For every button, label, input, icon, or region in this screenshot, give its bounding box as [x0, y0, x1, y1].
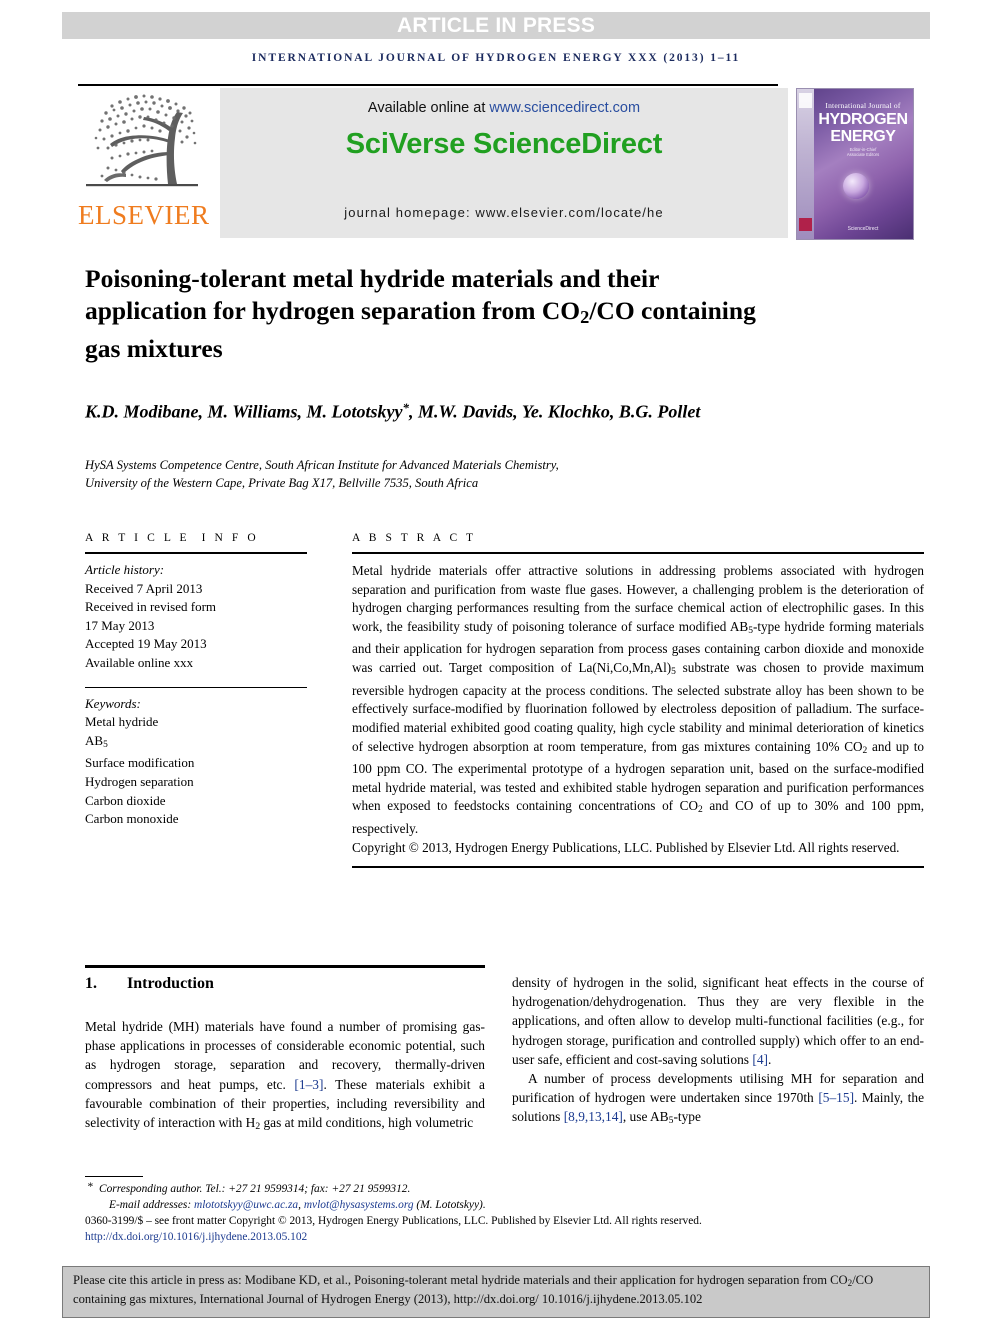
paragraph-2: A number of process developments utilisi… [512, 1071, 925, 1127]
keywords-rule [85, 686, 307, 688]
keyword-item: Carbon dioxide [85, 792, 166, 808]
page-title: Poisoning-tolerant metal hydride materia… [85, 264, 756, 364]
email-suffix: (M. Lototskyy). [413, 1198, 486, 1211]
body-column-left: Metal hydride (MH) materials have found … [85, 1019, 485, 1133]
history-item: Accepted 19 May 2013 [85, 636, 207, 652]
citation-ref[interactable]: [1–3] [294, 1077, 323, 1092]
footnotes: * Corresponding author. Tel.: +27 21 9599… [85, 1181, 925, 1246]
affiliation-line-2: University of the Western Cape, Private … [85, 476, 479, 490]
keyword-item: Hydrogen separation [85, 773, 194, 789]
corresponding-author-note: * Corresponding author. Tel.: +27 21 9599… [85, 1181, 925, 1198]
journal-running-head: INTERNATIONAL JOURNAL OF HYDROGEN ENERGY… [251, 52, 741, 64]
citation-ref[interactable]: [4] [752, 1052, 768, 1067]
abstract-bottom-rule [352, 866, 924, 869]
cover-sciencedirect-mark: ScienceDirect [847, 226, 879, 232]
article-in-press-label: ARTICLE IN PRESS [396, 13, 596, 37]
sciencedirect-url-link[interactable]: www.sciencedirect.com [489, 100, 640, 116]
cover-editors-text: Editor-in-Chief Associate Editors [846, 147, 880, 158]
available-online-line: Available online at www.sciencedirect.co… [220, 100, 788, 116]
email-addresses-note: E-mail addresses: mlototskyy@uwc.ac.za, … [85, 1198, 925, 1214]
sciverse-sciencedirect-wordmark: SciVerse ScienceDirect [345, 128, 663, 160]
article-history-block: Article history: Received 7 April 2013 R… [85, 561, 307, 673]
doi-link[interactable]: http://dx.doi.org/10.1016/j.ijhydene.201… [85, 1230, 925, 1246]
email-link-2[interactable]: mvlot@hysasystems.org [304, 1199, 414, 1211]
abstract-body: Metal hydride materials offer attractive… [352, 563, 924, 837]
section-number: 1. [85, 975, 97, 992]
abstract-copyright: Copyright © 2013, Hydrogen Energy Public… [352, 839, 900, 855]
history-item: Available online xxx [85, 654, 194, 670]
article-first-page: ARTICLE IN PRESS INTERNATIONAL JOURNAL O… [0, 0, 992, 1323]
cover-spine-strip [797, 89, 814, 239]
masthead: ELSEVIER Available online at www.science… [78, 88, 930, 240]
cover-orb-graphic [843, 173, 869, 199]
available-online-prefix: Available online at [367, 100, 490, 116]
history-item: 17 May 2013 [85, 617, 155, 633]
issn-copyright-line: 0360-3199/$ – see front matter Copyright… [85, 1215, 702, 1228]
email-label: E-mail addresses: [109, 1198, 194, 1211]
abstract-rule [352, 552, 924, 554]
masthead-top-rule [78, 84, 778, 86]
cover-title-hydrogen: HYDROGEN [818, 111, 908, 128]
keywords-block: Keywords: Metal hydride AB5 Surface modi… [85, 695, 307, 829]
footnote-rule [85, 1176, 143, 1177]
elsevier-wordmark: ELSEVIER [78, 200, 210, 230]
article-in-press-banner: ARTICLE IN PRESS [62, 12, 930, 39]
cover-ihe-icon [799, 218, 812, 231]
cover-title-small: International Journal of [825, 101, 901, 110]
history-item: Received in revised form [85, 599, 217, 615]
elsevier-tree-icon [82, 88, 202, 200]
keywords-label: Keywords: [85, 695, 141, 711]
section-title: Introduction [127, 975, 214, 992]
keyword-item: Surface modification [85, 755, 195, 771]
introduction-heading: 1. Introduction [85, 975, 485, 993]
body-column-right: density of hydrogen in the solid, signif… [512, 973, 924, 1131]
keyword-item: Metal hydride [85, 714, 159, 730]
cover-elsevier-icon [799, 93, 812, 108]
affiliation: HySA Systems Competence Centre, South Af… [85, 456, 785, 492]
history-item: Received 7 April 2013 [85, 580, 203, 596]
article-info-heading: A R T I C L E I N F O [85, 532, 259, 544]
introduction-rule [85, 965, 485, 968]
author-list: K.D. Modibane, M. Williams, M. Lototskyy… [85, 400, 701, 422]
cite-this-article-box: Please cite this article in press as: Mo… [62, 1266, 930, 1318]
article-history-label: Article history: [85, 562, 165, 577]
affiliation-line-1: HySA Systems Competence Centre, South Af… [85, 458, 559, 472]
sciencedirect-box: Available online at www.sciencedirect.co… [220, 88, 788, 238]
asterisk-icon: * [87, 1181, 93, 1193]
article-info-column: A R T I C L E I N F O Article history: R… [85, 532, 307, 829]
keyword-item: Carbon monoxide [85, 811, 179, 827]
abstract-column: A B S T R A C T Metal hydride materials … [352, 532, 924, 869]
paragraph-continued: density of hydrogen in the solid, signif… [512, 975, 924, 1067]
email-link-1[interactable]: mlototskyy@uwc.ac.za [194, 1199, 298, 1211]
abstract-heading: A B S T R A C T [352, 532, 477, 544]
cite-this-article-text: Please cite this article in press as: Mo… [73, 1273, 874, 1307]
citation-ref[interactable]: [8,9,13,14] [564, 1109, 623, 1124]
article-info-rule [85, 552, 307, 554]
keyword-item: AB5 [85, 732, 108, 750]
journal-cover-thumbnail: International Journal of HYDROGEN ENERGY… [796, 88, 914, 240]
journal-homepage-link[interactable]: journal homepage: www.elsevier.com/locat… [220, 205, 788, 220]
citation-ref[interactable]: [5–15] [818, 1090, 854, 1105]
corresponding-author-text: Corresponding author. Tel.: +27 21 95993… [99, 1183, 411, 1195]
cover-title-energy: ENERGY [830, 128, 896, 145]
elsevier-logo: ELSEVIER [78, 88, 210, 238]
